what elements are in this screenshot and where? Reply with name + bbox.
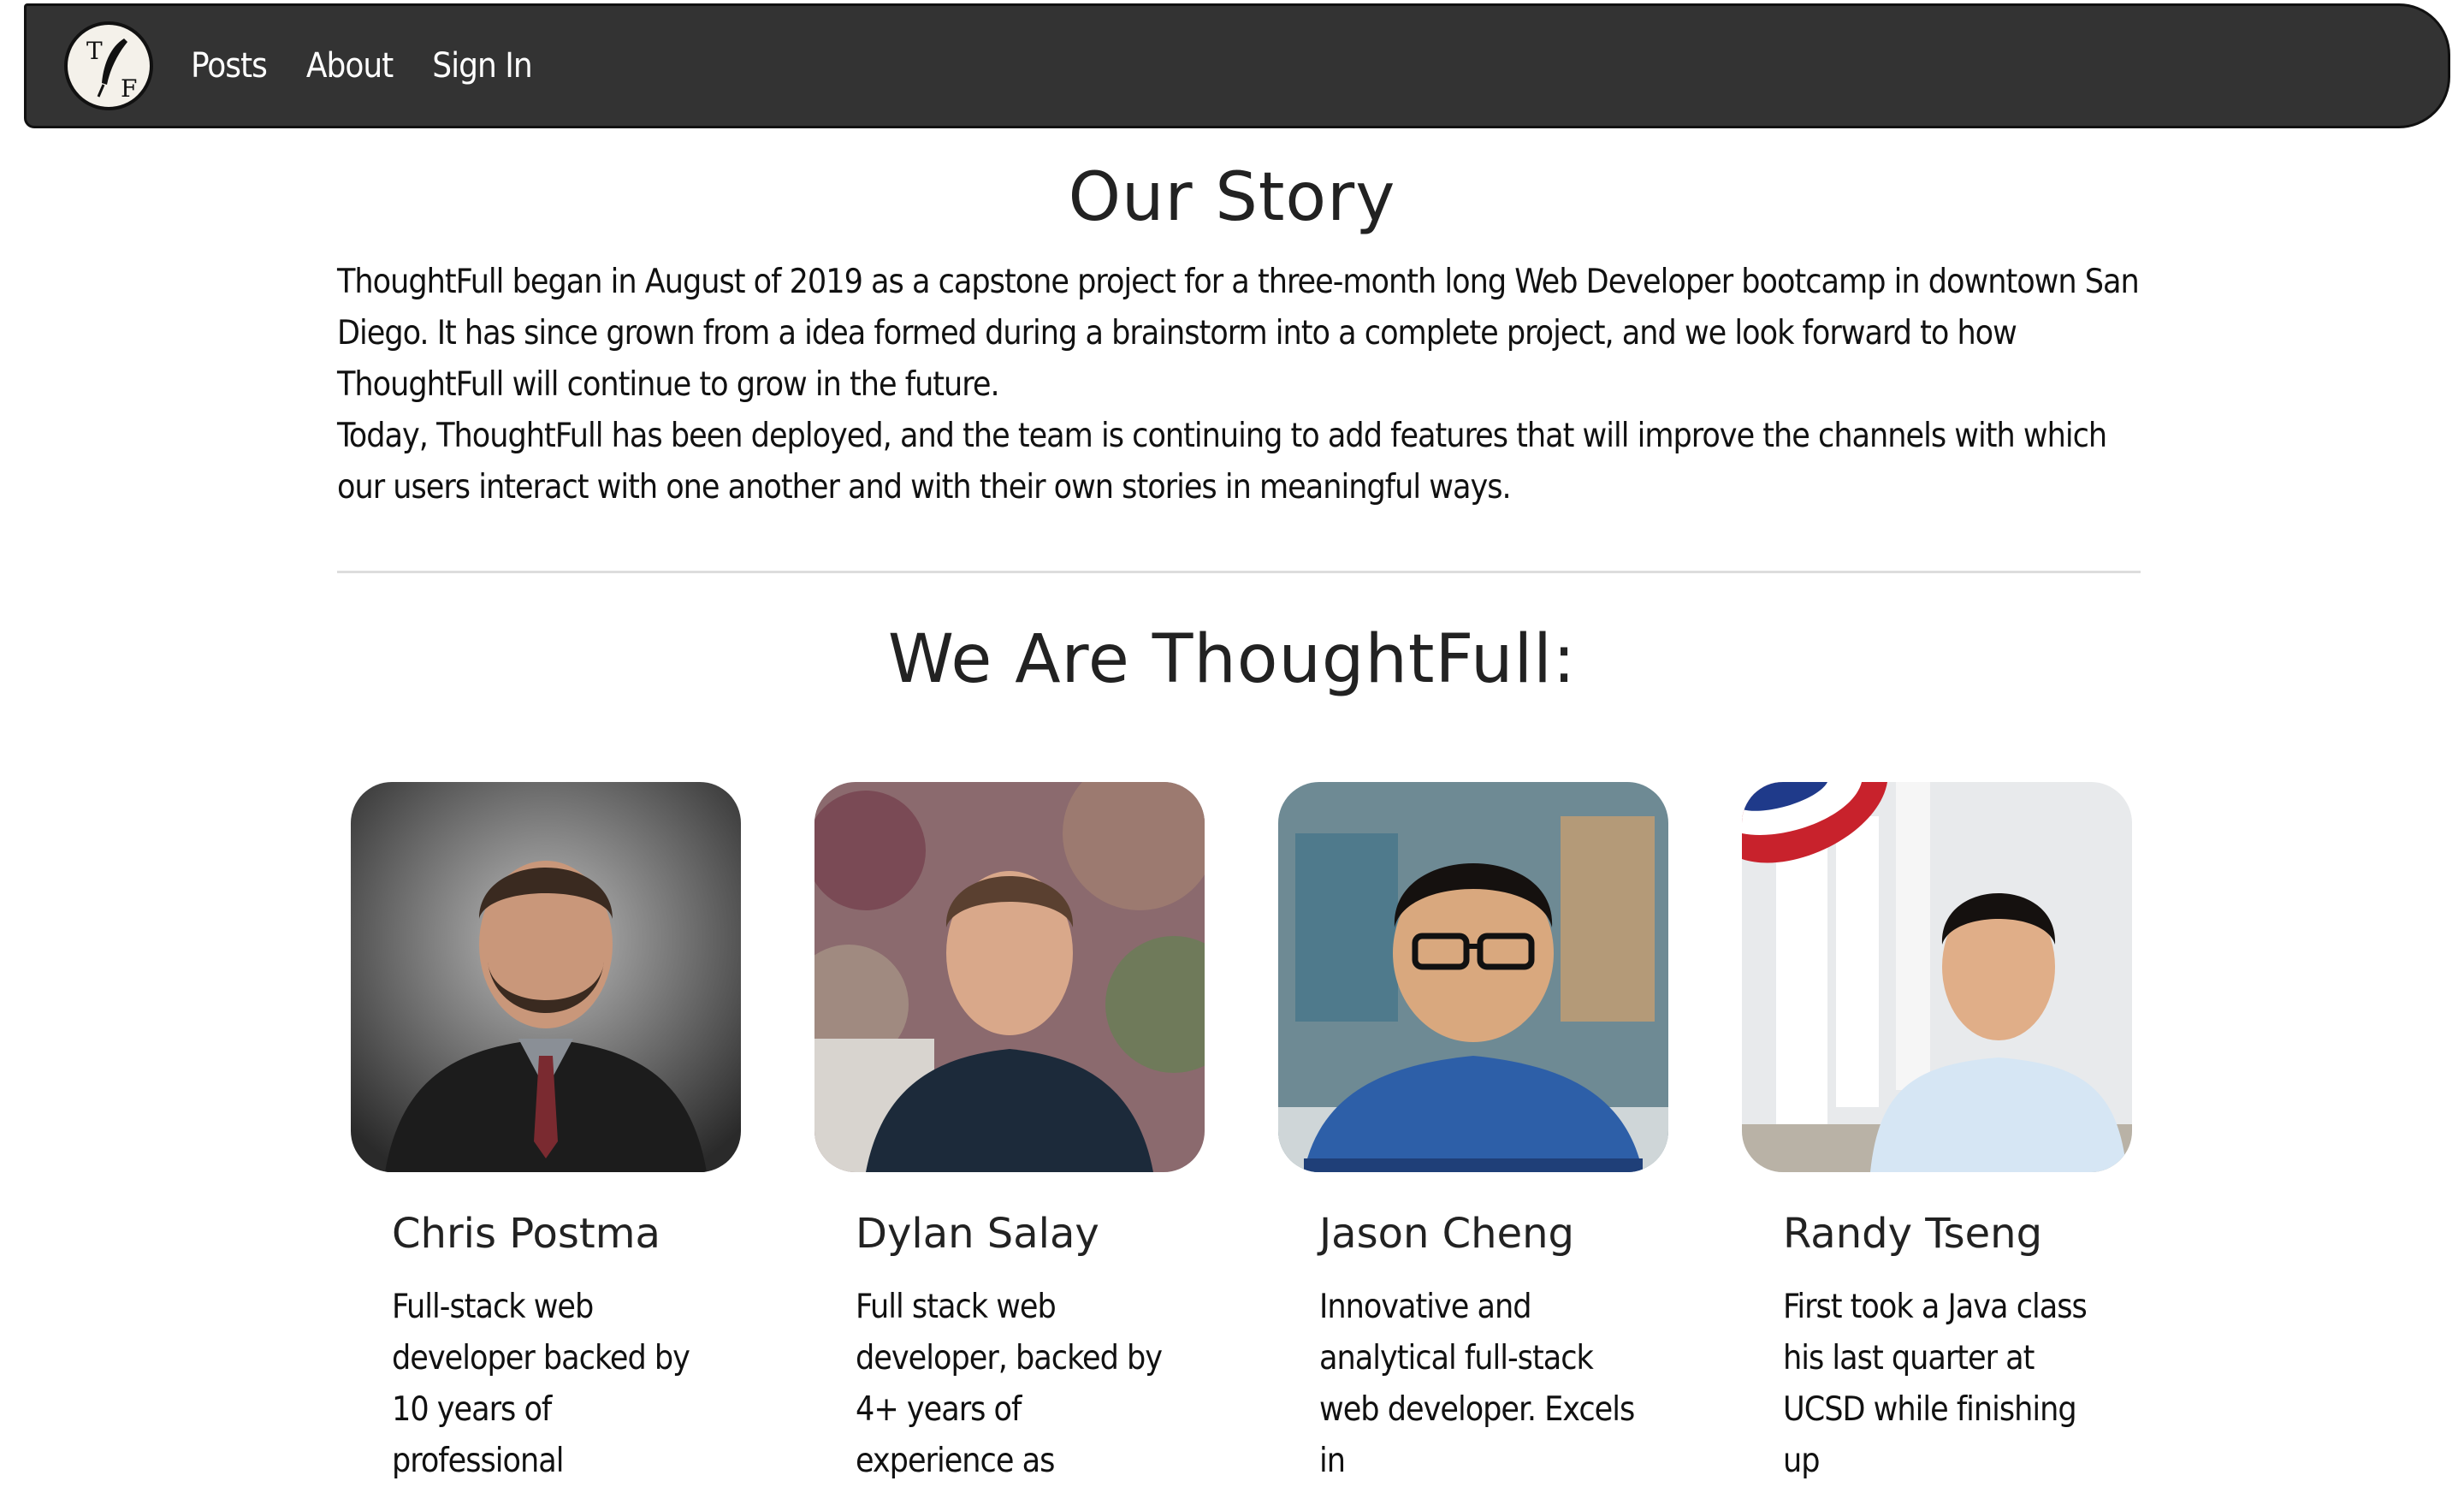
nav-link-sign-in[interactable]: Sign In — [432, 46, 532, 86]
member-photo-jason-cheng — [1278, 782, 1668, 1172]
member-bio: Full-stack web developer backed by 10 ye… — [392, 1288, 690, 1480]
story-text: ThoughtFull began in August of 2019 as a… — [337, 257, 2151, 513]
member-photo-chris-postma — [351, 782, 741, 1172]
nav-link-about[interactable]: About — [306, 46, 394, 86]
member-card-jason-cheng: Jason Cheng Innovative and analytical fu… — [1278, 782, 1668, 1480]
member-name: Dylan Salay — [856, 1210, 1099, 1258]
navbar: T F Posts About Sign In — [24, 3, 2450, 128]
section-divider — [337, 571, 2141, 573]
member-card-chris-postma: Chris Postma Full-stack web developer ba… — [351, 782, 741, 1480]
nav-link-posts[interactable]: Posts — [191, 46, 268, 86]
member-photo-dylan-salay — [814, 782, 1205, 1172]
story-paragraph-1: ThoughtFull began in August of 2019 as a… — [337, 263, 2140, 404]
story-paragraph-2: Today, ThoughtFull has been deployed, an… — [337, 417, 2107, 507]
member-bio: Full stack web developer, backed by 4+ y… — [856, 1288, 1163, 1480]
member-bio: First took a Java class his last quarter… — [1783, 1288, 2088, 1480]
logo-letter-f: F — [121, 74, 138, 103]
member-name: Jason Cheng — [1319, 1210, 1574, 1258]
member-name: Randy Tseng — [1783, 1210, 2043, 1258]
our-story-heading: Our Story — [1068, 159, 1396, 236]
member-photo-randy-tseng — [1742, 782, 2132, 1172]
member-card-randy-tseng: Randy Tseng First took a Java class his … — [1742, 782, 2132, 1480]
member-bio: Innovative and analytical full-stack web… — [1319, 1288, 1635, 1480]
member-name: Chris Postma — [392, 1210, 660, 1258]
member-card-dylan-salay: Dylan Salay Full stack web developer, ba… — [814, 782, 1205, 1480]
thoughtfull-logo[interactable]: T F — [64, 21, 153, 110]
team-heading: We Are ThoughtFull: — [887, 621, 1577, 698]
